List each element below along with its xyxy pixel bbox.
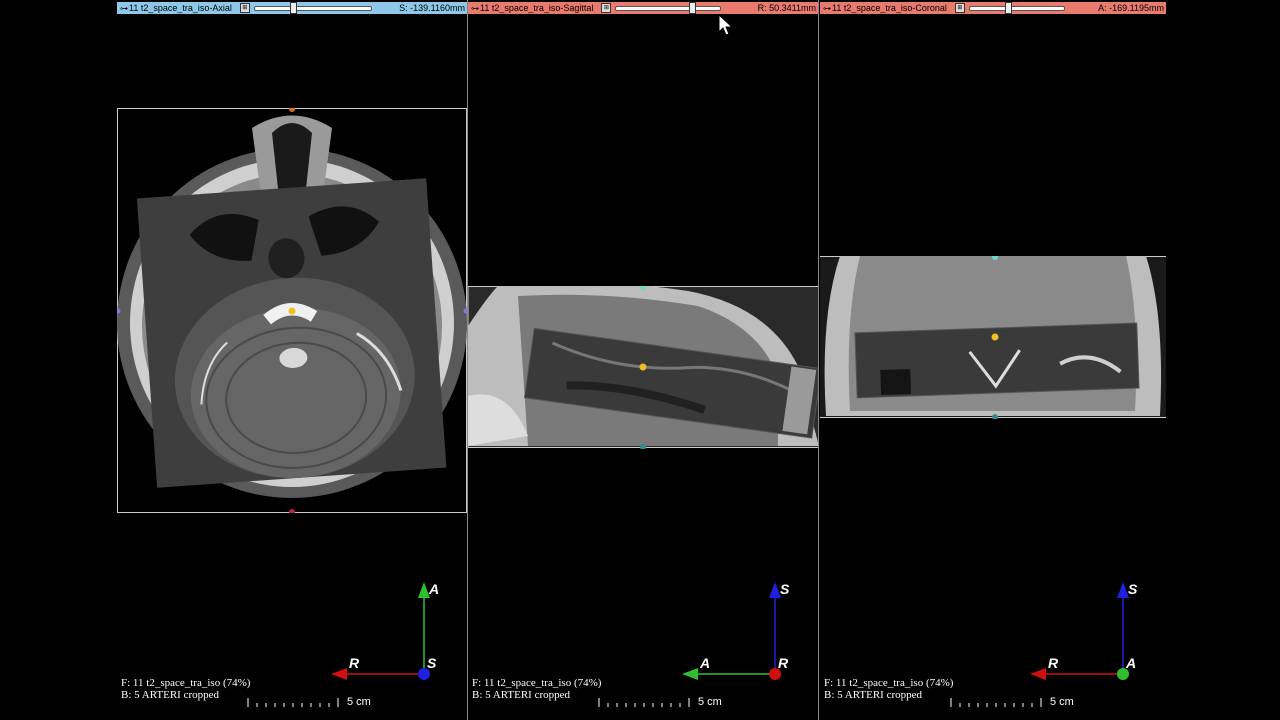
axis-label-vertical: A xyxy=(428,581,439,597)
coronal-slice-image[interactable] xyxy=(820,256,1166,419)
axis-label-vertical: S xyxy=(1128,581,1138,597)
scale-bar xyxy=(247,698,339,707)
link-icon[interactable]: ⊞ xyxy=(239,3,250,13)
scale-bar-label: 5 cm xyxy=(698,696,722,708)
coronal-layer-info: F: 11 t2_space_tra_iso (74%) B: 5 ARTERI… xyxy=(824,677,953,701)
coronal-view[interactable]: ⊶ 11 t2_space_tra_iso-Coronal ⊞ A: -169.… xyxy=(820,0,1166,720)
axis-label-horizontal: A xyxy=(699,655,710,671)
foreground-label: F: 11 t2_space_tra_iso (74%) xyxy=(472,677,602,689)
axial-slider-thumb[interactable] xyxy=(289,2,297,14)
coronal-slice-controller: ⊶ 11 t2_space_tra_iso-Coronal ⊞ A: -169.… xyxy=(820,2,1166,14)
axial-slice-slider[interactable] xyxy=(253,2,372,14)
slice-viewer: ⊶ 11 t2_space_tra_iso-Axial ⊞ S: -139.11… xyxy=(117,0,1166,720)
sagittal-slider-thumb[interactable] xyxy=(689,2,697,14)
pin-icon[interactable]: ⊶ xyxy=(822,4,832,13)
crosshair-center[interactable] xyxy=(991,333,999,341)
orientation-marker: S A R xyxy=(682,581,790,680)
axial-layer-info: F: 11 t2_space_tra_iso (74%) B: 5 ARTERI… xyxy=(121,677,250,701)
axis-label-horizontal: R xyxy=(349,655,360,671)
axial-slice-controller: ⊶ 11 t2_space_tra_iso-Axial ⊞ S: -139.11… xyxy=(117,2,467,14)
scale-bar xyxy=(950,698,1042,707)
axial-view-title: 11 t2_space_tra_iso-Axial xyxy=(129,3,232,13)
background-label: B: 5 ARTERI cropped xyxy=(824,689,923,701)
sagittal-slice-controller: ⊶ 11 t2_space_tra_iso-Sagittal ⊞ R: 50.3… xyxy=(468,2,818,14)
mouse-pointer-icon xyxy=(718,14,734,36)
sagittal-slice-slider[interactable] xyxy=(615,2,722,14)
link-icon[interactable]: ⊞ xyxy=(954,3,965,13)
axis-label-center: A xyxy=(1125,655,1136,671)
pin-icon[interactable]: ⊶ xyxy=(470,4,480,13)
coronal-slice-slider[interactable] xyxy=(968,2,1065,14)
axis-label-center: R xyxy=(778,655,789,671)
axial-view[interactable]: ⊶ 11 t2_space_tra_iso-Axial ⊞ S: -139.11… xyxy=(117,0,468,720)
pin-icon[interactable]: ⊶ xyxy=(119,4,129,13)
background-label: B: 5 ARTERI cropped xyxy=(121,689,220,701)
crosshair-center[interactable] xyxy=(288,307,296,315)
axis-label-vertical: S xyxy=(780,581,790,597)
axial-slice-offset: S: -139.1160mm xyxy=(399,3,465,13)
axis-label-center: S xyxy=(427,655,437,671)
background-label: B: 5 ARTERI cropped xyxy=(472,689,571,701)
foreground-label: F: 11 t2_space_tra_iso (74%) xyxy=(121,677,251,689)
axial-slice-image[interactable] xyxy=(117,108,467,513)
foreground-label: F: 11 t2_space_tra_iso (74%) xyxy=(824,677,954,689)
scale-bar xyxy=(598,698,690,707)
sagittal-view[interactable]: ⊶ 11 t2_space_tra_iso-Sagittal ⊞ R: 50.3… xyxy=(468,0,819,720)
link-icon[interactable]: ⊞ xyxy=(601,3,612,13)
scale-bar-label: 5 cm xyxy=(347,696,371,708)
sagittal-slice-image[interactable] xyxy=(468,286,819,449)
orientation-marker: S R A xyxy=(1030,581,1138,680)
coronal-slice-offset: A: -169.1195mm xyxy=(1098,3,1164,13)
coronal-view-title: 11 t2_space_tra_iso-Coronal xyxy=(832,3,947,13)
crosshair-center[interactable] xyxy=(639,363,647,371)
orientation-marker: A R S xyxy=(331,581,439,680)
coronal-slider-thumb[interactable] xyxy=(1004,2,1012,14)
sagittal-layer-info: F: 11 t2_space_tra_iso (74%) B: 5 ARTERI… xyxy=(472,677,601,701)
sagittal-slice-offset: R: 50.3411mm xyxy=(757,3,816,13)
scale-bar-label: 5 cm xyxy=(1050,696,1074,708)
axis-label-horizontal: R xyxy=(1048,655,1059,671)
sagittal-view-title: 11 t2_space_tra_iso-Sagittal xyxy=(480,3,594,13)
